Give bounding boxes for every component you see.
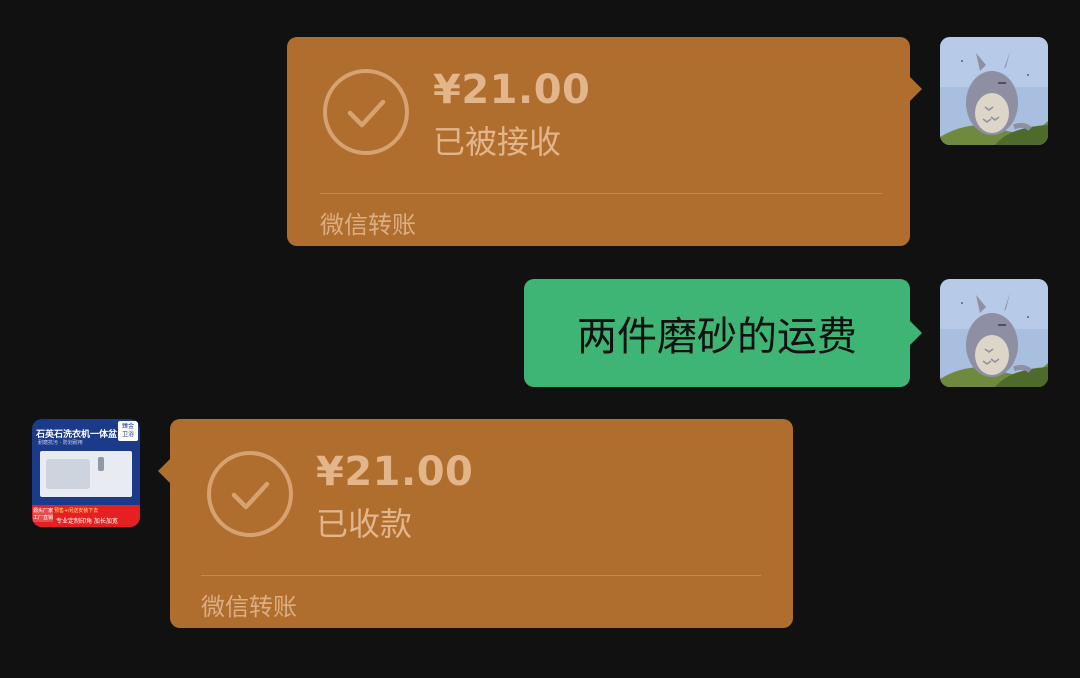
shop-promo-bottom-text: 专业定制印角 加长加宽 [56,518,118,525]
transfer-amount: ¥21.00 [316,449,474,495]
transfer-bubble-sent[interactable]: ¥21.00 已被接收 微信转账 [287,37,922,246]
shop-badge: 臻金 卫浴 [118,421,138,441]
shop-subtitle: 耐磨抗污 · 防划耐用 [38,440,83,446]
transfer-bubble-received[interactable]: ¥21.00 已收款 微信转账 [158,419,793,628]
transfer-status: 已被接收 [433,123,562,161]
shop-logo-avatar-icon: 石英石洗衣机一体盆 臻金 卫浴 耐磨抗污 · 防划耐用 源头厂家 工厂直销 预售+闲… [32,419,140,527]
transfer-amount: ¥21.00 [433,67,591,113]
shop-promo-tag: 源头厂家 工厂直销 [33,508,54,522]
transfer-divider [320,193,882,194]
checkmark-circle-icon [207,451,293,537]
contact-avatar[interactable]: 石英石洗衣机一体盆 臻金 卫浴 耐磨抗污 · 防划耐用 源头厂家 工厂直销 预售+闲… [32,419,140,527]
sink-image [40,451,132,497]
transfer-footer-label: 微信转账 [320,211,416,239]
checkmark-circle-icon [323,69,409,155]
shop-promo-top-text: 预售+闲送安装下去 [54,508,99,514]
transfer-status: 已收款 [316,505,413,543]
totoro-avatar-icon [940,37,1048,145]
shop-promo-banner: 源头厂家 工厂直销 预售+闲送安装下去 专业定制印角 加长加宽 [32,505,140,527]
transfer-footer-label: 微信转账 [201,593,297,621]
transfer-divider [201,575,761,576]
user-avatar[interactable] [940,37,1048,145]
bubble-tail [910,77,922,101]
bubble-tail [910,321,922,345]
message-text: 两件磨砂的运费 [577,314,857,360]
text-message-bubble[interactable]: 两件磨砂的运费 [524,279,922,387]
bubble-tail [158,459,170,483]
user-avatar[interactable] [940,279,1048,387]
totoro-avatar-icon [940,279,1048,387]
